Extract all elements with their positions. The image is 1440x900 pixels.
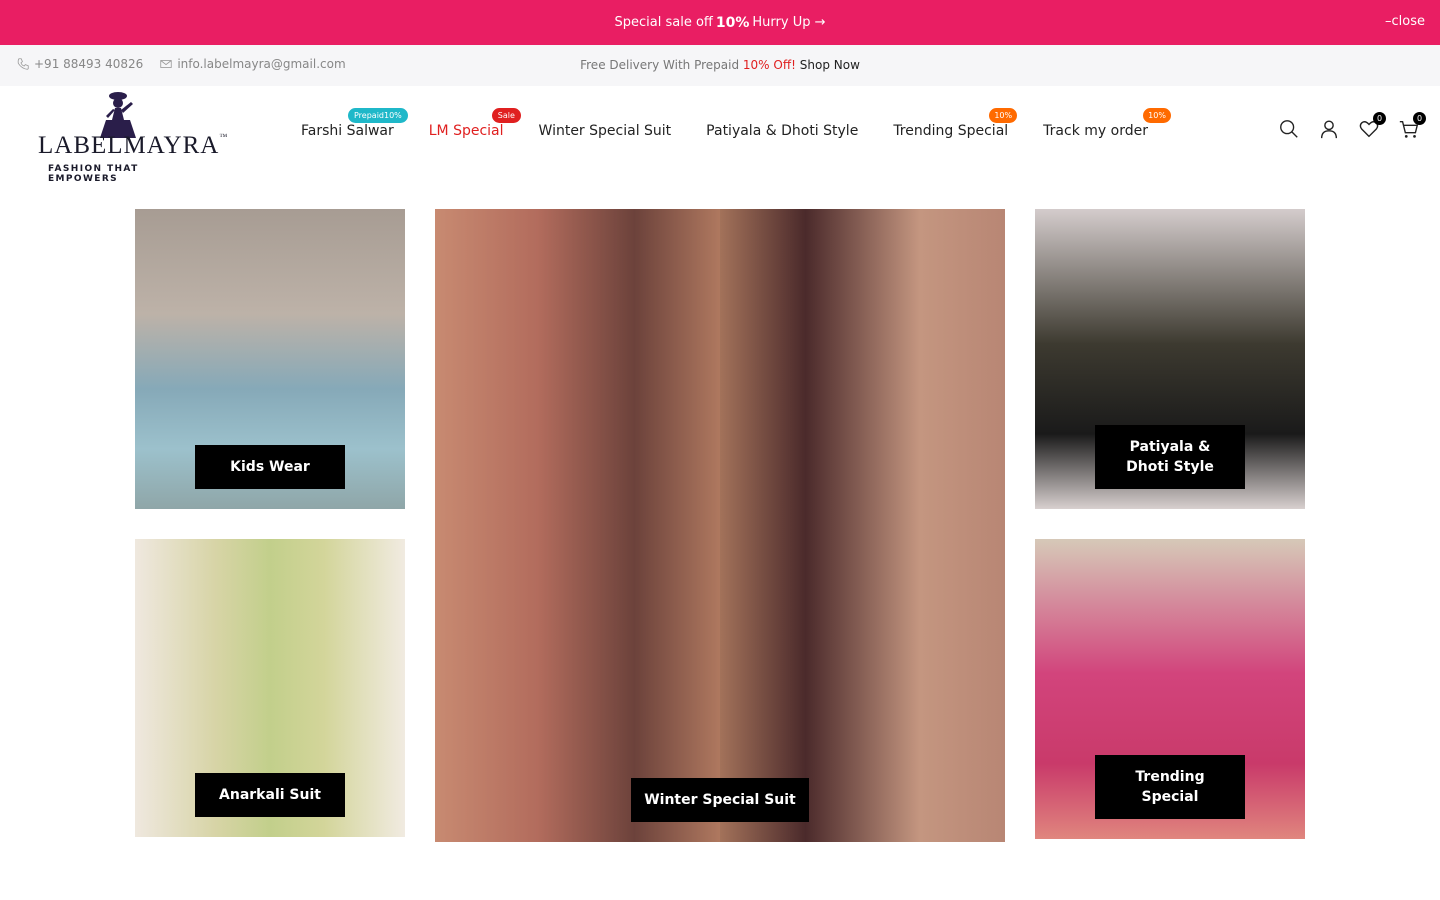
nav-badge: Sale [491,108,521,123]
nav-item-farshi-salwar[interactable]: Farshi Salwar Prepaid10% [301,108,408,139]
category-tile-winter-special-suit[interactable]: Winter Special Suit [435,209,1005,842]
nav-badge: Prepaid10% [348,108,408,123]
category-tile-trending-special[interactable]: Trending Special [1035,539,1305,839]
wishlist-count: 0 [1373,112,1386,125]
nav-item-winter-special-suit[interactable]: Winter Special Suit [539,123,672,139]
account-button[interactable] [1318,118,1340,140]
info-bar: +91 88493 40826 info.labelmayra@gmail.co… [0,45,1440,86]
delivery-notice: Free Delivery With Prepaid 10% Off! Shop… [0,58,1440,72]
nav-item-patiyala-dhoti-style[interactable]: Patiyala & Dhoti Style [706,123,858,139]
header-actions: 0 0 [1278,112,1426,140]
logo-tagline: FASHION THAT EMPOWERS [48,164,139,184]
shop-now-link[interactable]: Shop Now [800,58,860,72]
nav-item-label: Track my order [1043,123,1148,139]
delivery-text: Free Delivery With Prepaid [580,58,740,72]
nav-item-label: Farshi Salwar [301,123,394,139]
site-header: LABELMAYRA™ FASHION THAT EMPOWERS Farshi… [0,86,1440,184]
category-label: Winter Special Suit [631,778,809,822]
category-label: Kids Wear [195,445,345,489]
user-icon [1320,120,1338,139]
nav-item-label: Winter Special Suit [538,123,672,139]
nav-badge: 10% [1143,108,1171,123]
cart-count: 0 [1413,112,1426,125]
image-shade [435,209,720,842]
category-tile-anarkali-suit[interactable]: Anarkali Suit [135,539,405,837]
category-tile-patiyala-dhoti-style[interactable]: Patiyala & Dhoti Style [1035,209,1305,509]
category-label: Anarkali Suit [195,773,345,817]
nav-item-label: Patiyala & Dhoti Style [706,123,859,139]
nav-item-track-my-order[interactable]: Track my order 10% [1043,108,1171,139]
logo-brand-text: LABELMAYRA™ [38,132,228,160]
promo-highlight: 10% [715,14,750,31]
nav-item-label: Trending Special [893,123,1009,139]
cart-button[interactable]: 0 [1398,112,1426,140]
category-label: Trending Special [1095,755,1245,819]
wishlist-button[interactable]: 0 [1358,112,1386,140]
search-button[interactable] [1278,118,1300,140]
trademark-icon: ™ [219,132,229,141]
nav-item-lm-special[interactable]: LM Special Sale [428,108,521,139]
promo-bar: Special sale off 10% Hurry Up → –close [0,0,1440,45]
site-logo[interactable]: LABELMAYRA™ FASHION THAT EMPOWERS [36,90,227,184]
nav-badge: 10% [989,108,1018,123]
nav-item-trending-special[interactable]: Trending Special 10% [893,108,1018,139]
promo-text: Special sale off [614,15,713,30]
main-nav: Farshi Salwar Prepaid10% LM Special Sale… [301,108,1183,139]
category-tile-kids-wear[interactable]: Kids Wear [135,209,405,509]
promo-close-label: close [1391,14,1425,29]
search-icon [1280,120,1298,138]
delivery-offer: 10% Off! [742,58,796,72]
promo-hurry-link[interactable]: Hurry Up → [752,15,825,30]
nav-item-label: LM Special [428,123,504,139]
category-label: Patiyala & Dhoti Style [1095,425,1245,489]
promo-close-button[interactable]: –close [1385,14,1425,29]
logo-brand-name: LABELMAYRA [38,132,220,159]
